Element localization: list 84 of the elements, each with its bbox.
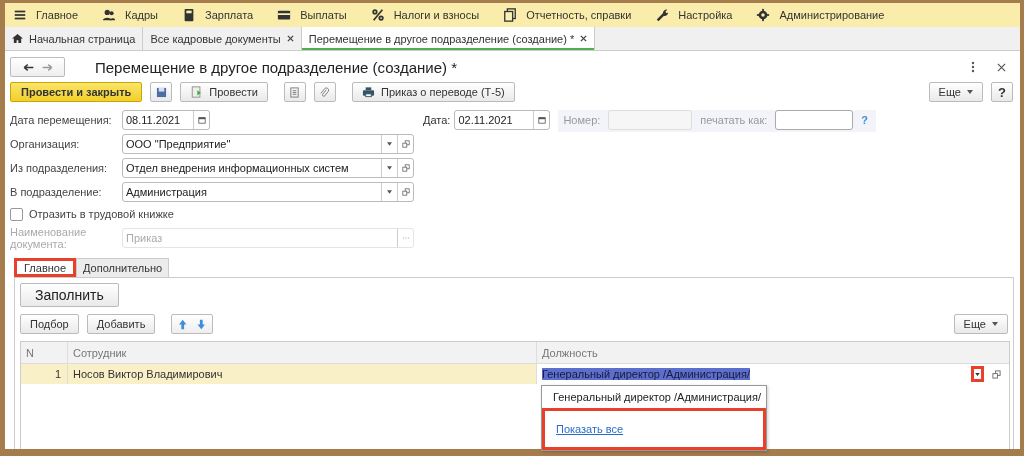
section-link[interactable]: Настройка — [655, 8, 733, 22]
calculator-icon — [182, 8, 196, 22]
post-and-close-button[interactable]: Провести и закрыть — [10, 82, 143, 102]
caret-icon — [992, 322, 998, 326]
close-icon[interactable] — [286, 35, 294, 42]
section-link[interactable]: Налоги и взносы — [370, 8, 480, 22]
ellipsis-icon — [401, 234, 410, 242]
move-buttons[interactable] — [171, 314, 214, 334]
section-link[interactable]: Зарплата — [182, 8, 254, 22]
section-link[interactable]: Выплаты — [277, 8, 347, 22]
dropdown-button[interactable] — [971, 366, 984, 382]
field-label: В подразделение: — [10, 186, 103, 198]
section-link[interactable]: Администрирование — [756, 8, 885, 22]
more-button[interactable]: Еще — [953, 314, 1008, 334]
show-all-link[interactable]: Показать все — [542, 408, 766, 450]
column-header: Должность — [536, 342, 1009, 363]
field-label: печатать как: — [700, 113, 768, 128]
fill-button[interactable]: Заполнить — [20, 283, 119, 307]
settings-icon — [756, 8, 771, 22]
caret-icon — [387, 142, 392, 146]
more-icon[interactable] — [971, 61, 975, 73]
table-cell-text: 1 — [53, 367, 62, 382]
field-label: Организация: — [10, 138, 81, 150]
open-icon[interactable] — [992, 369, 1001, 379]
help-button[interactable]: ? — [991, 82, 1013, 102]
open-icon[interactable] — [401, 164, 410, 172]
date-field[interactable]: 02.11.2021 — [454, 110, 551, 130]
select-field[interactable]: Администрация — [122, 182, 414, 202]
dropdown-option[interactable]: Генеральный директор /Администрация/ — [542, 386, 766, 408]
floppy-icon — [155, 86, 167, 98]
open-icon[interactable] — [401, 140, 410, 148]
field-label: Номер: — [563, 113, 601, 128]
tab[interactable]: Главное — [14, 258, 77, 277]
field-label: Из подразделения: — [10, 162, 109, 174]
documents-icon — [503, 8, 518, 22]
wrench-icon — [655, 8, 670, 22]
close-icon[interactable] — [997, 62, 1006, 72]
calendar-icon — [537, 116, 546, 124]
position-field[interactable]: Генеральный директор /Администрация/ — [542, 368, 750, 380]
column-header: Сотрудник — [67, 342, 536, 363]
attach-button[interactable] — [313, 82, 336, 102]
field-label: Дата перемещения: — [10, 114, 113, 126]
select-field[interactable]: Отдел внедрения информационных систем — [122, 158, 414, 178]
close-icon[interactable] — [580, 35, 588, 42]
caret-icon — [967, 90, 973, 94]
printer-icon — [361, 86, 375, 98]
open-tab[interactable]: Перемещение в другое подразделение (создание) * — [301, 27, 596, 50]
tab[interactable]: Дополнительно — [76, 258, 170, 277]
document-icon — [190, 86, 204, 98]
back-forward-buttons[interactable] — [10, 57, 65, 77]
open-tab[interactable]: Начальная страница — [5, 27, 144, 50]
date-field[interactable]: 08.11.2021 — [122, 110, 210, 130]
save-button[interactable] — [150, 82, 173, 102]
column-header: N — [25, 345, 35, 361]
calendar-icon — [197, 116, 206, 124]
open-tab[interactable]: Все кадровые документы — [143, 27, 302, 50]
more-button[interactable]: Еще — [928, 82, 983, 102]
field-label: Наименование документа: — [10, 226, 88, 250]
print-button[interactable]: Приказ о переводе (Т-5) — [351, 82, 515, 102]
pick-button[interactable]: Подбор — [20, 314, 79, 334]
print-as-field[interactable] — [775, 110, 854, 130]
form-title: Перемещение в другое подразделение (создание) * — [95, 58, 457, 76]
home-icon — [12, 33, 23, 44]
checkbox[interactable] — [10, 207, 23, 221]
paperclip-icon — [319, 86, 331, 98]
list-icon — [289, 86, 301, 98]
caret-icon — [387, 190, 392, 194]
section-link[interactable]: Кадры — [102, 8, 158, 22]
select-field: Приказ — [122, 228, 414, 248]
people-icon — [102, 8, 117, 22]
post-button[interactable]: Провести — [180, 82, 268, 102]
section-link[interactable]: Отчетность, справки — [503, 8, 632, 22]
caret-icon — [387, 166, 392, 170]
select-field[interactable]: ООО "Предприятие" — [122, 134, 414, 154]
add-button[interactable]: Добавить — [86, 314, 156, 334]
field-label: Дата: — [423, 113, 451, 128]
caret-icon — [975, 372, 980, 376]
list-button[interactable] — [283, 82, 306, 102]
menu-icon — [13, 8, 27, 22]
open-icon[interactable] — [401, 188, 410, 196]
percent-icon — [370, 8, 385, 22]
checkbox-label: Отразить в трудовой книжке — [29, 208, 174, 220]
section-link[interactable]: Главное — [13, 8, 79, 22]
card-icon — [277, 8, 292, 22]
